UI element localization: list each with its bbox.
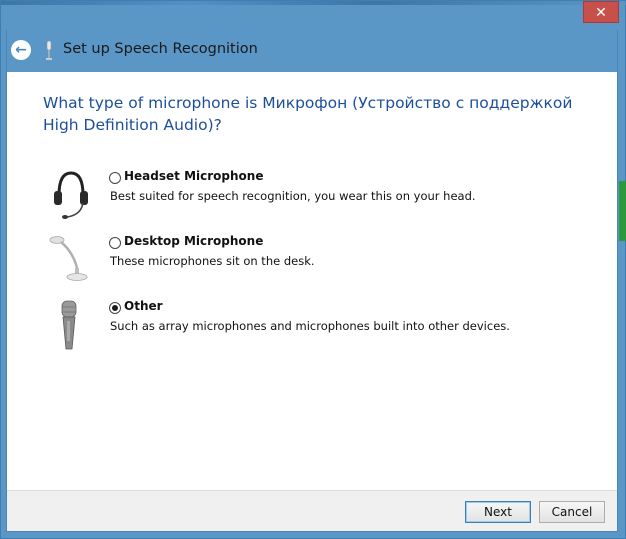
wizard-footer: Next Cancel xyxy=(7,490,617,531)
desktop-radio[interactable] xyxy=(109,237,121,249)
headset-description: Best suited for speech recognition, you … xyxy=(110,189,476,203)
other-radio[interactable] xyxy=(109,302,121,314)
taskbar-strip xyxy=(1,1,626,5)
option-desktop[interactable]: Desktop Microphone These microphones sit… xyxy=(47,234,607,294)
handheld-microphone-icon xyxy=(61,300,77,350)
desktop-label: Desktop Microphone xyxy=(124,234,264,248)
speech-setup-window: ✕ ← Set up Speech Recognition What type … xyxy=(0,0,626,539)
desktop-description: These microphones sit on the desk. xyxy=(110,254,315,268)
headset-radio[interactable] xyxy=(109,172,121,184)
cancel-button[interactable]: Cancel xyxy=(539,501,605,523)
other-description: Such as array microphones and microphone… xyxy=(110,319,510,333)
desktop-microphone-icon xyxy=(49,236,88,281)
microphone-icon xyxy=(46,40,52,60)
wizard-title: Set up Speech Recognition xyxy=(63,41,258,57)
wizard-header: ← Set up Speech Recognition xyxy=(7,30,617,72)
option-other[interactable]: Other Such as array microphones and micr… xyxy=(47,299,607,359)
close-button[interactable]: ✕ xyxy=(583,1,619,23)
other-label: Other xyxy=(124,299,163,313)
wizard-content: What type of microphone is Микрофон (Уст… xyxy=(7,72,617,490)
question-heading: What type of microphone is Микрофон (Уст… xyxy=(43,94,573,134)
next-button[interactable]: Next xyxy=(465,501,531,523)
option-headset[interactable]: Headset Microphone Best suited for speec… xyxy=(47,169,607,229)
headset-icon xyxy=(54,171,88,219)
background-window-edge xyxy=(619,181,626,241)
headset-label: Headset Microphone xyxy=(124,169,264,183)
window-client-area: ← Set up Speech Recognition What type of… xyxy=(6,30,618,532)
back-button[interactable]: ← xyxy=(11,40,31,60)
